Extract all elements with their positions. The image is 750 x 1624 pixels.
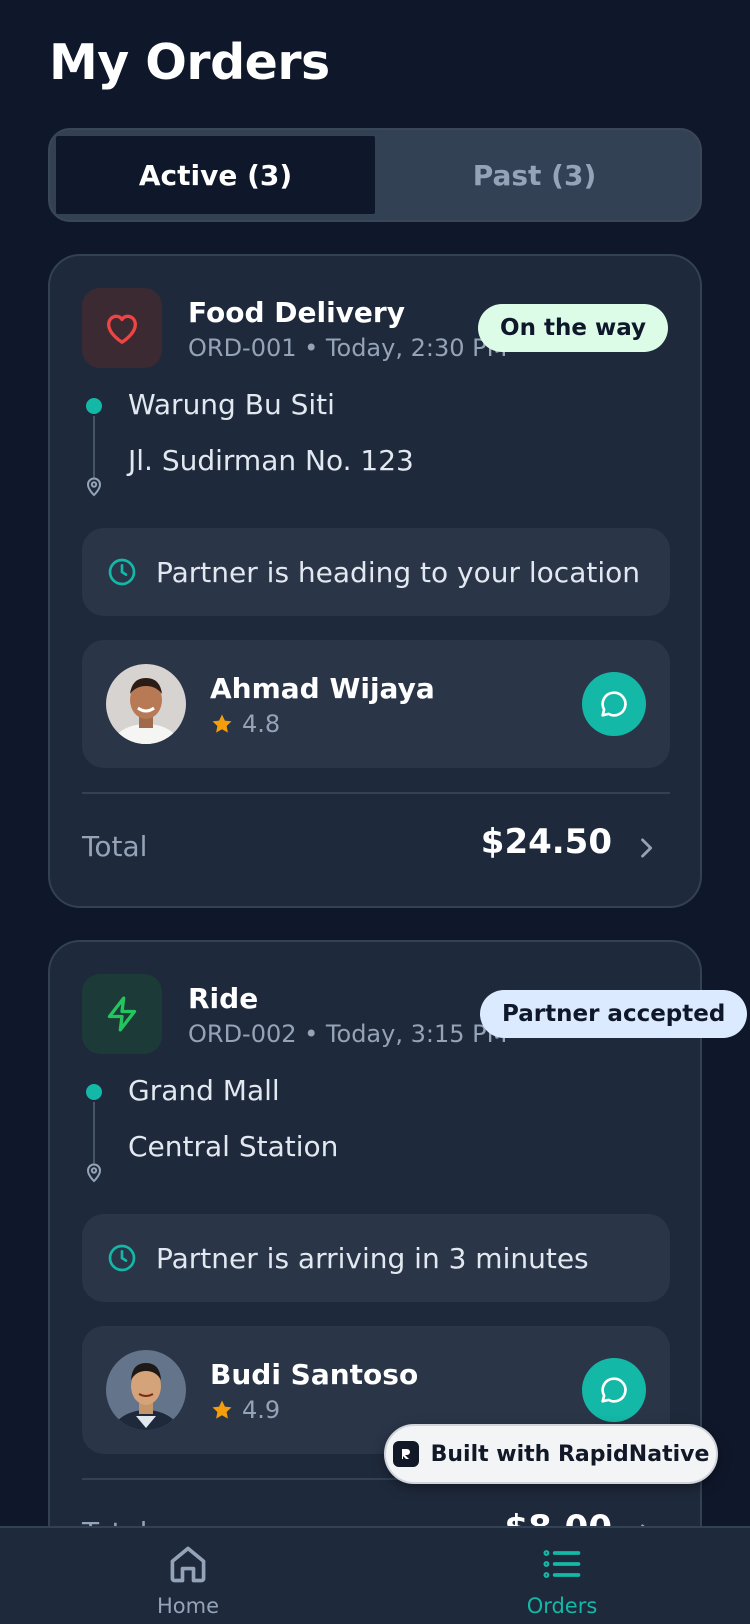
status-message-text: Partner is arriving in 3 minutes [156, 1241, 589, 1275]
avatar [106, 664, 186, 744]
partner-info: Ahmad Wijaya 4.8 [82, 640, 670, 768]
partner-name: Budi Santoso [210, 1358, 419, 1391]
pickup-dot-icon [86, 398, 102, 414]
status-message-text: Partner is heading to your location [156, 555, 640, 589]
status-badge: On the way [478, 304, 668, 352]
service-icon-box [82, 288, 162, 368]
total-label: Total [82, 830, 148, 863]
chevron-right-icon[interactable] [632, 834, 660, 862]
rapidnative-logo-icon [392, 1441, 419, 1467]
order-meta: ORD-002 • Today, 3:15 PM [188, 1020, 508, 1048]
route: Warung Bu Siti Jl. Sudirman No. 123 [82, 388, 642, 504]
order-tabs: Active (3) Past (3) [48, 128, 702, 222]
status-message: Partner is heading to your location [82, 528, 670, 616]
divider [82, 792, 670, 794]
built-with-badge[interactable]: Built with RapidNative [384, 1424, 718, 1484]
status-message: Partner is arriving in 3 minutes [82, 1214, 670, 1302]
chat-icon [601, 691, 627, 717]
location-pin-icon [86, 477, 102, 497]
partner-rating: 4.9 [210, 1396, 280, 1424]
rating-value: 4.8 [242, 710, 281, 738]
list-icon [543, 1550, 581, 1578]
order-meta: ORD-001 • Today, 2:30 PM [188, 334, 508, 362]
service-title: Food Delivery [188, 296, 405, 329]
order-card[interactable]: Food Delivery ORD-001 • Today, 2:30 PM O… [48, 254, 702, 908]
status-badge: Partner accepted [480, 990, 748, 1038]
service-title: Ride [188, 982, 259, 1015]
chat-icon [601, 1377, 627, 1403]
pickup-location: Grand Mall [128, 1074, 280, 1107]
lightning-icon [107, 996, 137, 1032]
total-amount: $24.50 [480, 822, 612, 862]
route-line [93, 416, 95, 478]
dropoff-location: Jl. Sudirman No. 123 [128, 444, 414, 477]
dropoff-location: Central Station [128, 1130, 339, 1163]
location-pin-icon [86, 1163, 102, 1183]
nav-item-orders[interactable]: Orders [502, 1542, 622, 1618]
tab-past[interactable]: Past (3) [375, 136, 694, 214]
pickup-location: Warung Bu Siti [128, 388, 335, 421]
nav-label-home: Home [156, 1594, 219, 1618]
partner-name: Ahmad Wijaya [210, 672, 435, 705]
bottom-nav: Home Orders [0, 1526, 750, 1624]
clock-icon [108, 558, 136, 586]
built-with-label: Built with RapidNative [430, 1441, 710, 1467]
nav-item-home[interactable]: Home [128, 1542, 248, 1618]
nav-label-orders: Orders [526, 1594, 598, 1618]
order-card[interactable]: Ride ORD-002 • Today, 3:15 PM Partner ac… [48, 940, 748, 1624]
service-icon-box [82, 974, 162, 1054]
pickup-dot-icon [86, 1084, 102, 1100]
avatar [106, 1350, 186, 1430]
tab-active[interactable]: Active (3) [56, 136, 375, 214]
home-icon [170, 1546, 206, 1583]
route-line [93, 1102, 95, 1164]
partner-rating: 4.8 [210, 710, 280, 738]
chat-button[interactable] [582, 1358, 646, 1422]
star-icon [212, 1400, 232, 1419]
route: Grand Mall Central Station [82, 1074, 642, 1190]
heart-icon [107, 314, 137, 344]
rating-value: 4.9 [242, 1396, 281, 1424]
star-icon [212, 714, 232, 733]
clock-icon [108, 1244, 136, 1272]
page-title: My Orders [49, 34, 330, 91]
chat-button[interactable] [582, 672, 646, 736]
